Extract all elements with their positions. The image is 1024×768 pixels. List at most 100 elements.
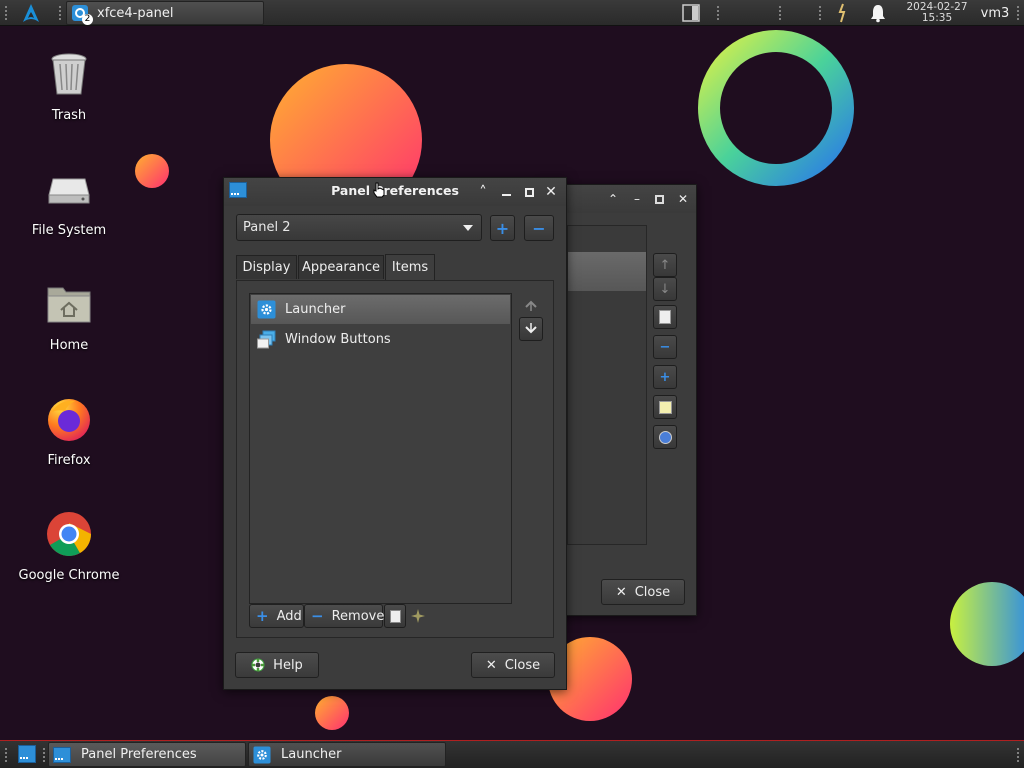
panel-grip[interactable] [1016, 5, 1020, 21]
remove-item-button[interactable]: − [653, 335, 677, 359]
panel-items-list[interactable]: Launcher Window Buttons [249, 293, 512, 604]
remove-button-label: Remove [331, 608, 385, 624]
chevron-up-icon: ⌃ [607, 192, 619, 206]
panel-grip[interactable] [42, 747, 46, 763]
move-item-down-button[interactable] [519, 317, 543, 341]
panel-grip[interactable] [716, 5, 720, 21]
plus-icon: + [495, 218, 510, 238]
move-up-button[interactable]: ↑ [653, 253, 677, 277]
desktop-icon-trash[interactable]: Trash [14, 50, 124, 123]
window-minimize-button[interactable]: – [629, 191, 645, 207]
close-icon: ✕ [677, 192, 689, 206]
panel-preferences-dialog[interactable]: Panel Preferences ˄ ✕ Panel 2 + − Displa… [223, 177, 567, 690]
move-down-button[interactable]: ↓ [653, 277, 677, 301]
item-preferences-button[interactable] [407, 604, 429, 628]
tab-bar: Display Appearance Items [236, 254, 554, 281]
web-item-button[interactable] [653, 425, 677, 449]
panel-grip[interactable] [778, 5, 782, 21]
help-lifebuoy-icon [251, 658, 265, 672]
close-button-label: Close [634, 584, 671, 600]
window-buttons-icon [257, 330, 276, 349]
move-item-up-button[interactable] [519, 293, 543, 317]
dialog-shade-button[interactable]: ˄ [475, 183, 491, 201]
panel-prefs-icon [53, 746, 71, 763]
panel-grip[interactable] [58, 5, 62, 21]
panel-select-dropdown[interactable]: Panel 2 [236, 214, 482, 241]
close-icon: ✕ [485, 657, 497, 673]
hostname-text: vm3 [980, 5, 1010, 21]
add-panel-button[interactable]: + [490, 215, 515, 241]
drive-icon [48, 178, 90, 204]
tab-label: Display [242, 260, 291, 275]
clock[interactable]: 2024-02-27 15:35 [902, 0, 972, 26]
power-plug-indicator[interactable] [832, 0, 854, 26]
panel-grip[interactable] [4, 5, 8, 21]
add-item-button[interactable]: + [653, 365, 677, 389]
show-desktop-button[interactable] [18, 745, 38, 765]
taskbar-item-xfce4-panel[interactable]: 2 xfce4-panel [66, 1, 264, 25]
minimize-icon [501, 194, 511, 196]
new-item-button[interactable] [653, 395, 677, 419]
panel-grip[interactable] [1016, 747, 1020, 763]
minus-icon: − [532, 218, 546, 238]
app-menu-button[interactable] [18, 0, 44, 26]
list-item-window-buttons[interactable]: Window Buttons [251, 325, 510, 354]
minus-icon: − [311, 607, 324, 625]
list-item-label: Launcher [285, 302, 346, 317]
maximize-icon [524, 187, 534, 197]
close-icon: ✕ [615, 584, 627, 600]
desktop-icon-firefox[interactable]: Firefox [14, 395, 124, 468]
power-plug-icon [838, 3, 846, 23]
help-button[interactable]: Help [235, 652, 319, 678]
window-close-button[interactable]: ✕ [675, 191, 691, 207]
plus-icon: + [256, 607, 269, 625]
arrow-up-icon: ↑ [659, 257, 671, 273]
tab-label: Appearance [301, 260, 381, 275]
tab-appearance[interactable]: Appearance [298, 255, 384, 279]
background-list-selected-row[interactable] [568, 252, 646, 291]
window-restore-button[interactable] [651, 191, 667, 207]
dialog-close-button[interactable]: ✕ [543, 184, 559, 200]
window-maximize-button[interactable]: ⌃ [605, 191, 621, 207]
bell-icon [871, 5, 885, 23]
dialog-minimize-button[interactable] [498, 184, 514, 200]
close-button[interactable]: ✕ Close [471, 652, 555, 678]
notifications-button[interactable] [864, 0, 892, 26]
bottom-panel: Panel Preferences Launcher [0, 740, 1024, 768]
remove-item-button[interactable]: − Remove [304, 604, 385, 628]
launcher-gear-icon [257, 300, 276, 319]
hostname-label[interactable]: vm3 [978, 0, 1012, 26]
desktop-icon-label: Trash [51, 108, 87, 123]
panel-grip[interactable] [4, 747, 8, 763]
taskbar-item-panel-preferences[interactable]: Panel Preferences [48, 742, 246, 767]
tab-display[interactable]: Display [236, 255, 297, 279]
desktop-icon-file-system[interactable]: File System [14, 165, 124, 238]
background-close-button[interactable]: ✕ Close [601, 579, 685, 605]
desktop-icon-google-chrome[interactable]: Google Chrome [14, 510, 124, 583]
new-note-icon [658, 400, 672, 414]
plus-icon: + [659, 369, 671, 385]
item-about-button[interactable] [384, 604, 406, 628]
items-tab-panel: Launcher Window Buttons + Add − Remove [236, 280, 554, 638]
taskbar-item-label: Panel Preferences [81, 747, 197, 762]
list-item-launcher[interactable]: Launcher [251, 295, 510, 324]
desktop-icon-label: Firefox [47, 453, 91, 468]
panel-grip[interactable] [818, 5, 822, 21]
background-list[interactable] [567, 225, 647, 545]
show-desktop-button[interactable] [678, 0, 704, 26]
dialog-maximize-button[interactable] [521, 184, 537, 200]
sparkle-icon [411, 609, 425, 623]
tab-label: Items [391, 260, 429, 275]
tab-items[interactable]: Items [385, 254, 435, 280]
minimize-icon: – [634, 192, 640, 206]
document-search-icon [389, 609, 401, 623]
arrow-down-icon: ↓ [659, 281, 671, 297]
taskbar-item-launcher[interactable]: Launcher [248, 742, 446, 767]
remove-panel-button[interactable]: − [524, 215, 554, 241]
chevron-down-icon [525, 323, 537, 334]
inspect-button[interactable] [653, 305, 677, 329]
close-button-label: Close [504, 657, 541, 673]
globe-icon [658, 430, 672, 444]
add-item-button[interactable]: + Add [249, 604, 304, 628]
desktop-icon-home[interactable]: Home [14, 280, 124, 353]
